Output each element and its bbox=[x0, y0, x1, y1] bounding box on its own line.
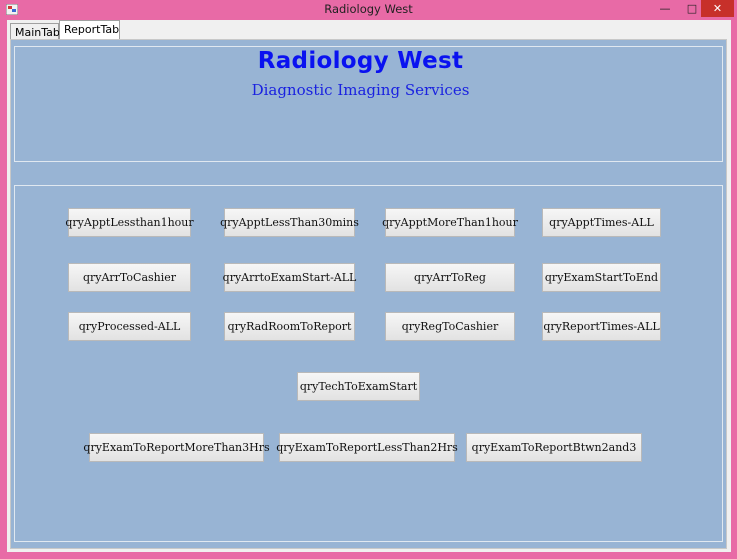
qry-appt-times-all-button[interactable]: qryApptTimes-ALL bbox=[542, 208, 661, 237]
report-tab-panel: Radiology West Diagnostic Imaging Servic… bbox=[10, 39, 727, 549]
qry-arr-to-exam-start-all-button[interactable]: qryArrtoExamStart-ALL bbox=[223, 263, 356, 292]
qry-exam-to-report-less-than-2-hrs-button[interactable]: qryExamToReportLessThan2Hrs bbox=[276, 433, 458, 462]
query-buttons-group: qryApptLessthan1hour qryApptLessThan30mi… bbox=[14, 185, 723, 542]
qry-appt-more-than-1-hour-button[interactable]: qryApptMoreThan1hour bbox=[382, 208, 518, 237]
qry-arr-to-reg-button[interactable]: qryArrToReg bbox=[385, 263, 515, 292]
qry-processed-all-button[interactable]: qryProcessed-ALL bbox=[68, 312, 191, 341]
qry-tech-to-exam-start-button[interactable]: qryTechToExamStart bbox=[297, 372, 420, 401]
tab-report[interactable]: ReportTab bbox=[59, 20, 120, 39]
qry-report-times-all-button[interactable]: qryReportTimes-ALL bbox=[542, 312, 661, 341]
window-client-area: MainTab ReportTab Radiology West Diagnos… bbox=[7, 20, 731, 552]
qry-exam-start-to-end-button[interactable]: qryExamStartToEnd bbox=[542, 263, 661, 292]
app-window: Radiology West — □ ✕ MainTab ReportTab R… bbox=[0, 0, 737, 559]
qry-appt-less-than-1-hour-button[interactable]: qryApptLessthan1hour bbox=[65, 208, 194, 237]
tab-main[interactable]: MainTab bbox=[10, 23, 60, 40]
qry-exam-to-report-btwn-2-and-3-button[interactable]: qryExamToReportBtwn2and3 bbox=[466, 433, 642, 462]
qry-arr-to-cashier-button[interactable]: qryArrToCashier bbox=[68, 263, 191, 292]
header-group: Radiology West Diagnostic Imaging Servic… bbox=[14, 46, 723, 162]
minimize-button[interactable]: — bbox=[652, 0, 678, 17]
qry-appt-less-than-30-mins-button[interactable]: qryApptLessThan30mins bbox=[220, 208, 359, 237]
window-title: Radiology West bbox=[324, 2, 413, 16]
qry-rad-room-to-report-button[interactable]: qryRadRoomToReport bbox=[224, 312, 355, 341]
qry-reg-to-cashier-button[interactable]: qryRegToCashier bbox=[385, 312, 515, 341]
page-title: Radiology West bbox=[257, 48, 464, 74]
page-subtitle: Diagnostic Imaging Services bbox=[251, 81, 470, 99]
qry-exam-to-report-more-than-3-hrs-button[interactable]: qryExamToReportMoreThan3Hrs bbox=[83, 433, 270, 462]
title-bar[interactable]: Radiology West — □ ✕ bbox=[0, 0, 737, 20]
close-button[interactable]: ✕ bbox=[701, 0, 734, 17]
